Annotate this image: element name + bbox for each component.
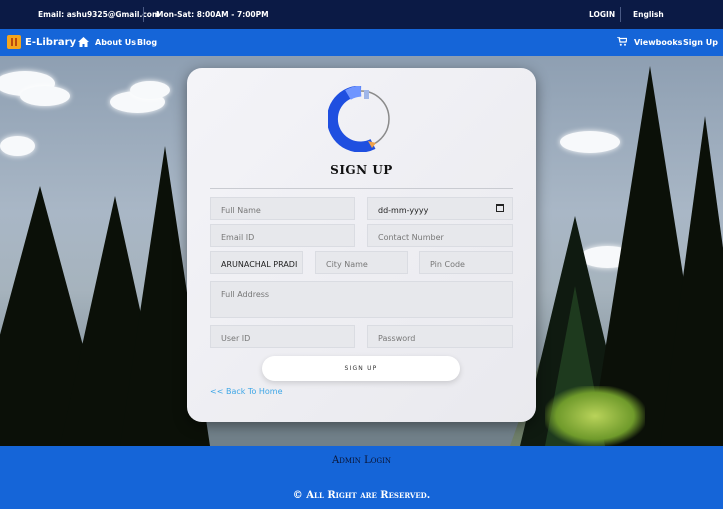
nav-blog[interactable]: Blog [137, 38, 157, 47]
admin-login-link[interactable]: Admin Login [0, 455, 723, 466]
home-icon[interactable] [78, 37, 89, 49]
brand-link[interactable]: E-Library [7, 35, 76, 49]
pin-code-field[interactable]: Pin Code [419, 251, 513, 274]
nav-viewbooks[interactable]: Viewbooks [634, 38, 682, 47]
password-field[interactable]: Password [367, 325, 513, 348]
address-textarea[interactable]: Full Address [210, 281, 513, 318]
contact-number-field[interactable]: Contact Number [367, 224, 513, 247]
divider [620, 7, 621, 22]
state-field[interactable]: ARUNACHAL PRADI [210, 251, 303, 274]
full-name-field[interactable]: Full Name [210, 197, 355, 220]
form-title: SIGN UP [330, 163, 393, 177]
library-logo-icon [7, 35, 21, 49]
copyright-text: © All Right are Reserved. [292, 490, 431, 501]
signup-card: SIGN UP Full Name dd-mm-yyyy Email ID Co… [187, 68, 536, 422]
city-field[interactable]: City Name [315, 251, 408, 274]
brand-name: E-Library [25, 36, 77, 48]
calendar-icon[interactable] [496, 204, 504, 212]
dob-date-field[interactable]: dd-mm-yyyy [367, 197, 513, 220]
main-navbar: E-Library About Us Blog Viewbooks Sign U… [0, 29, 723, 56]
business-hours: Mon-Sat: 8:00AM - 7:00PM [156, 10, 269, 19]
user-id-field[interactable]: User ID [210, 325, 355, 348]
login-link[interactable]: LOGIN [589, 10, 615, 19]
dob-value: dd-mm-yyyy [378, 206, 429, 215]
signup-logo-icon [326, 85, 394, 153]
footer: Admin Login © All Right are Reserved. [0, 446, 723, 509]
cart-icon[interactable] [617, 36, 628, 48]
divider [143, 7, 144, 22]
contact-email: Email: ashu9325@Gmail.com [38, 10, 160, 19]
language-selector[interactable]: English [633, 10, 664, 19]
back-to-home-link[interactable]: << Back To Home [210, 387, 283, 396]
top-info-bar: Email: ashu9325@Gmail.com Mon-Sat: 8:00A… [0, 0, 723, 29]
title-divider [210, 188, 513, 189]
nav-about-us[interactable]: About Us [95, 38, 136, 47]
signup-submit-button[interactable]: SIGN UP [262, 356, 460, 381]
email-field[interactable]: Email ID [210, 224, 355, 247]
nav-sign-up[interactable]: Sign Up [683, 38, 718, 47]
